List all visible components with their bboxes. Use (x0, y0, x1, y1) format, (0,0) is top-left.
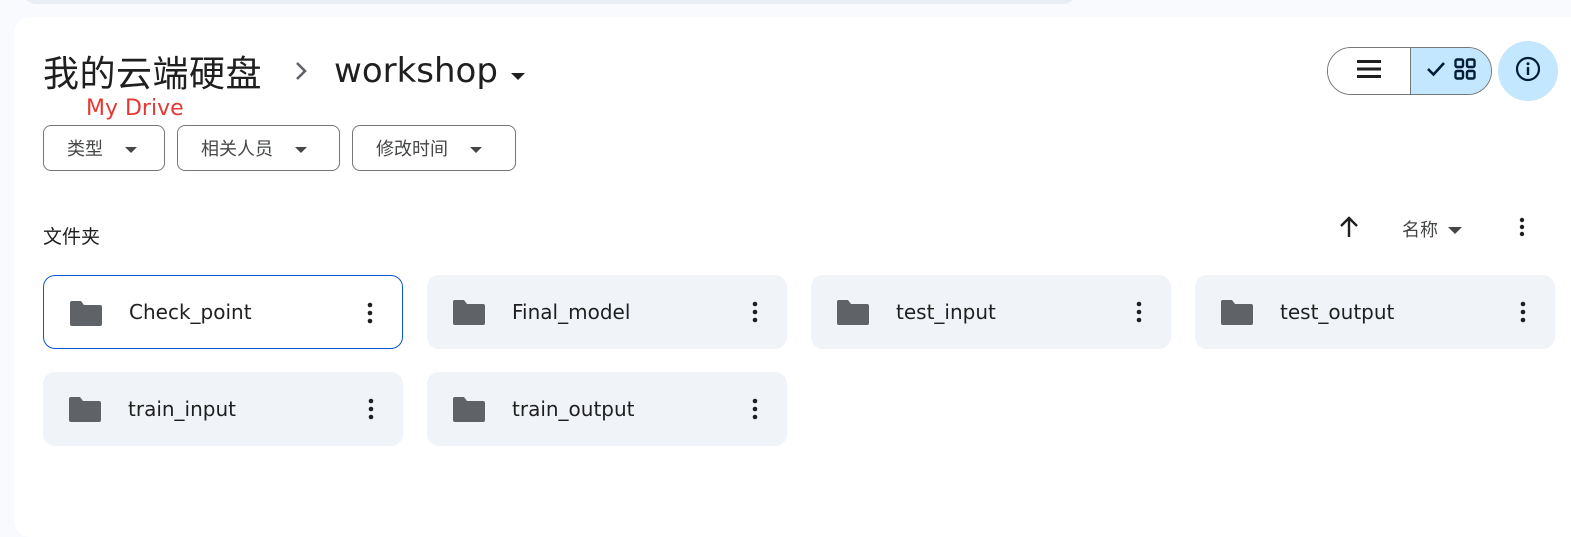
annotation-label: My Drive (86, 96, 184, 121)
caret-down-icon (125, 138, 137, 159)
grid-view-button[interactable] (1410, 48, 1491, 94)
chevron-right-icon (294, 60, 308, 82)
more-vert-icon[interactable] (745, 394, 765, 424)
breadcrumb-root[interactable]: 我的云端硬盘 (43, 45, 262, 97)
folder-name: Final_model (512, 300, 631, 324)
folder-card[interactable]: train_output (427, 372, 787, 446)
folder-icon (453, 395, 485, 427)
sort-direction-button[interactable] (1334, 214, 1364, 244)
more-vert-icon[interactable] (361, 394, 381, 424)
folder-name: Check_point (129, 300, 252, 324)
more-vert-icon[interactable] (1513, 297, 1533, 327)
caret-down-icon (470, 138, 482, 159)
view-toggle (1327, 47, 1492, 95)
search-bar-edge (22, 0, 1077, 4)
more-vert-icon (1519, 217, 1525, 241)
caret-down-icon (295, 138, 307, 159)
folder-icon (1221, 298, 1253, 330)
check-icon (1426, 61, 1446, 81)
filter-type-chip[interactable]: 类型 (43, 125, 165, 171)
filter-type-label: 类型 (67, 139, 103, 160)
folder-icon (70, 299, 102, 331)
caret-down-icon (1448, 219, 1462, 240)
more-vert-icon[interactable] (360, 298, 380, 328)
more-vert-icon[interactable] (745, 297, 765, 327)
sort-by-button[interactable]: 名称 (1402, 215, 1462, 243)
folder-card[interactable]: train_input (43, 372, 403, 446)
folder-name: test_output (1280, 300, 1395, 324)
folder-card[interactable]: test_input (811, 275, 1171, 349)
arrow-up-icon (1339, 216, 1359, 242)
filter-modified-chip[interactable]: 修改时间 (352, 125, 516, 171)
folder-name: train_input (128, 397, 236, 421)
folders-section-title: 文件夹 (43, 226, 101, 248)
more-options-button[interactable] (1508, 214, 1536, 244)
filter-bar: 类型 相关人员 修改时间 (43, 125, 516, 171)
folder-card[interactable]: Check_point (43, 275, 403, 349)
filter-people-label: 相关人员 (201, 139, 273, 160)
breadcrumb-current-folder[interactable]: workshop (334, 51, 526, 91)
sort-by-label: 名称 (1402, 220, 1438, 241)
info-button[interactable] (1498, 41, 1558, 101)
folder-icon (69, 395, 101, 427)
folder-name: train_output (512, 397, 635, 421)
caret-down-icon (510, 51, 526, 91)
more-vert-icon[interactable] (1129, 297, 1149, 327)
info-icon (1515, 56, 1541, 86)
folder-icon (837, 298, 869, 330)
folder-card[interactable]: Final_model (427, 275, 787, 349)
folder-icon (453, 298, 485, 330)
list-icon (1357, 59, 1381, 83)
grid-icon (1454, 58, 1476, 84)
filter-people-chip[interactable]: 相关人员 (177, 125, 340, 171)
list-view-button[interactable] (1328, 48, 1410, 94)
breadcrumb: 我的云端硬盘 workshop (43, 44, 526, 98)
breadcrumb-current-label: workshop (334, 51, 498, 91)
folder-name: test_input (896, 300, 996, 324)
folder-card[interactable]: test_output (1195, 275, 1555, 349)
filter-modified-label: 修改时间 (376, 139, 448, 160)
